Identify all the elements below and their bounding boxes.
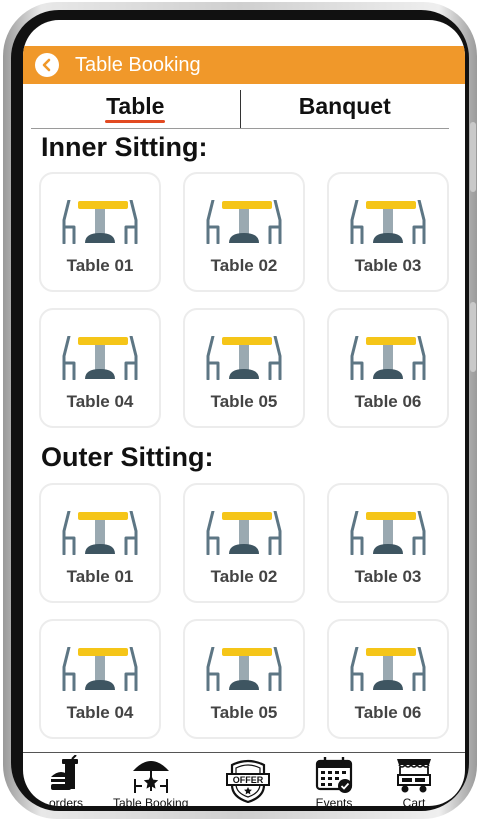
table-label: Table 02 [210,256,278,275]
tab-banquet[interactable]: Banquet [241,84,450,128]
dining-table-icon [62,336,138,380]
table-label: Table 06 [354,703,422,722]
table-label: Table 01 [66,567,134,586]
offer-badge-icon: OFFER [226,759,270,803]
table-label: Table 05 [210,392,278,411]
table-card[interactable]: Table 04 [39,308,161,428]
table-card[interactable]: Table 06 [327,619,449,739]
volume-button [470,122,476,192]
burger-drink-icon [51,755,78,790]
outer-tables-grid: Table 01 Table 02 Table 03 Table 04 Table 05… [39,483,449,739]
nav-offer[interactable]: OFFER [224,755,272,803]
dining-table-icon [206,647,282,691]
nav-orders-label: orders [48,796,83,806]
bottom-nav: orders Table Booking OFFER Events Cart [23,752,465,806]
calendar-check-icon [315,757,353,793]
nav-cart[interactable]: Cart [393,755,435,806]
dining-table-icon [350,200,426,244]
food-cart-icon [397,759,431,793]
dining-table-icon [350,647,426,691]
app-screen: Table Booking Table Banquet Inner Sittin… [23,20,465,806]
tab-bar: Table Banquet [31,84,449,129]
dining-table-icon [62,647,138,691]
table-label: Table 05 [210,703,278,722]
dining-table-icon [206,511,282,555]
table-label: Table 06 [354,392,422,411]
page-title: Table Booking [75,53,201,76]
back-button[interactable] [35,53,59,77]
offer-badge-text: OFFER [233,775,264,785]
table-card[interactable]: Table 03 [327,172,449,292]
dining-table-icon [206,336,282,380]
table-label: Table 01 [66,256,134,275]
phone-frame: Table Booking Table Banquet Inner Sittin… [3,2,477,819]
table-label: Table 03 [354,567,422,586]
tab-table[interactable]: Table [31,84,240,128]
table-card[interactable]: Table 02 [183,483,305,603]
dining-table-icon [350,336,426,380]
active-tab-indicator [105,120,166,123]
table-label: Table 02 [210,567,278,586]
table-label: Table 04 [66,392,134,411]
dining-table-icon [62,511,138,555]
dining-table-icon [350,511,426,555]
table-card[interactable]: Table 04 [39,619,161,739]
section-title-inner: Inner Sitting: [41,132,208,162]
table-label: Table 03 [354,256,422,275]
table-card[interactable]: Table 03 [327,483,449,603]
table-card[interactable]: Table 06 [327,308,449,428]
table-card[interactable]: Table 05 [183,619,305,739]
dining-table-icon [62,200,138,244]
table-card[interactable]: Table 05 [183,308,305,428]
power-button [470,302,476,372]
dining-table-icon [206,200,282,244]
umbrella-table-icon [132,761,169,793]
table-card[interactable]: Table 01 [39,172,161,292]
tab-banquet-label: Banquet [298,92,391,119]
nav-events[interactable]: Events [313,755,355,806]
nav-table-booking[interactable]: Table Booking [113,755,188,806]
table-label: Table 04 [66,703,134,722]
section-title-outer: Outer Sitting: [41,442,214,472]
nav-events-label: Events [315,796,353,806]
nav-orders[interactable]: orders [45,755,87,806]
table-card[interactable]: Table 01 [39,483,161,603]
chevron-left-icon [42,58,51,72]
app-header: Table Booking [23,46,465,84]
tab-table-label: Table [106,92,165,119]
nav-table-booking-label: Table Booking [113,796,189,806]
inner-tables-grid: Table 01 Table 02 Table 03 Table 04 Table 05… [39,172,449,428]
table-card[interactable]: Table 02 [183,172,305,292]
nav-cart-label: Cart [402,796,426,806]
